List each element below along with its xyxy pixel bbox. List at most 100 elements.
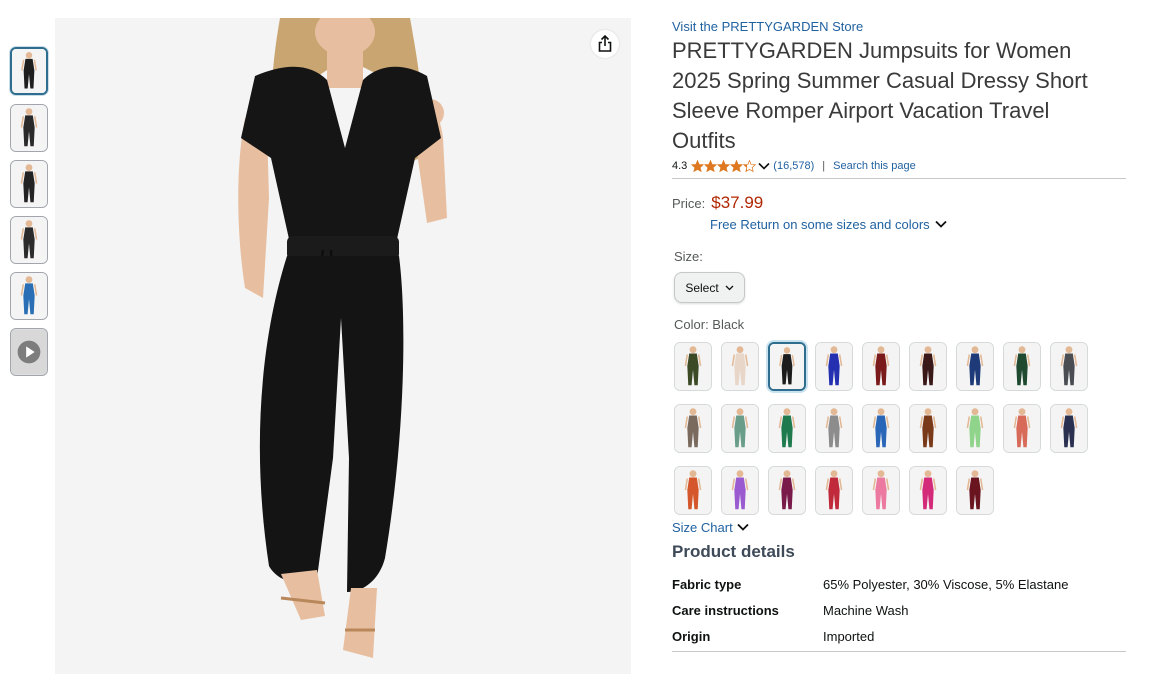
size-chart-text: Size Chart	[672, 519, 733, 535]
chevron-down-icon	[935, 220, 947, 228]
thumbnail-lifestyle-black[interactable]	[10, 160, 48, 208]
thumbnail-image	[11, 161, 47, 207]
product-details-table: Fabric type 65% Polyester, 30% Viscose, …	[672, 577, 1127, 655]
store-link[interactable]: Visit the PRETTYGARDEN Store	[672, 18, 1127, 35]
thumbnail-image	[11, 273, 47, 319]
thumbnail-image	[11, 105, 47, 151]
details-key: Care instructions	[672, 603, 779, 618]
free-return-text: Free Return on some sizes and colors	[710, 216, 930, 232]
details-row: Care instructions Machine Wash	[672, 603, 1127, 629]
star-icon	[730, 160, 744, 172]
swatch-image	[769, 467, 805, 514]
swatch-image	[1051, 343, 1087, 390]
swatch-image	[675, 405, 711, 452]
color-swatch[interactable]	[1003, 342, 1041, 391]
swatch-image	[910, 343, 946, 390]
details-value: 65% Polyester, 30% Viscose, 5% Elastane	[823, 577, 1069, 592]
thumbnail-image	[12, 49, 46, 93]
swatch-image	[863, 467, 899, 514]
color-swatch[interactable]	[1050, 404, 1088, 453]
color-swatch[interactable]	[674, 466, 712, 515]
color-swatch[interactable]	[1003, 404, 1041, 453]
color-swatch[interactable]	[1050, 342, 1088, 391]
color-swatch[interactable]	[768, 342, 806, 391]
star-icon	[691, 160, 705, 172]
swatch-image	[722, 467, 758, 514]
thumbnail-front-black[interactable]	[10, 47, 48, 95]
price-row: Price: $37.99	[672, 193, 1127, 215]
thumbnail-travel-black[interactable]	[10, 216, 48, 264]
color-swatch[interactable]	[815, 404, 853, 453]
color-swatch[interactable]	[956, 342, 994, 391]
color-swatch[interactable]	[909, 404, 947, 453]
swatch-image	[910, 467, 946, 514]
color-swatches	[672, 342, 1127, 518]
thumbnail-luggage-blue[interactable]	[10, 272, 48, 320]
main-product-image[interactable]	[55, 18, 631, 674]
color-swatch[interactable]	[768, 466, 806, 515]
chevron-down-icon	[737, 523, 749, 531]
star-rating[interactable]	[691, 160, 757, 172]
color-swatch[interactable]	[815, 342, 853, 391]
swatch-image	[770, 344, 804, 389]
swatch-image	[957, 405, 993, 452]
separator: |	[822, 160, 826, 172]
star-icon	[743, 160, 757, 172]
chevron-down-icon	[725, 285, 734, 290]
product-info: Visit the PRETTYGARDEN Store PRETTYGARDE…	[672, 18, 1127, 652]
product-title: PRETTYGARDEN Jumpsuits for Women 2025 Sp…	[672, 38, 1088, 153]
size-dropdown[interactable]: Select	[674, 272, 745, 303]
color-swatch[interactable]	[721, 466, 759, 515]
size-chart-link[interactable]: Size Chart	[672, 518, 1127, 536]
color-swatch[interactable]	[674, 342, 712, 391]
swatch-image	[675, 343, 711, 390]
color-swatch[interactable]	[862, 466, 900, 515]
share-button[interactable]	[591, 30, 619, 58]
product-photo	[55, 18, 631, 674]
star-icon	[704, 160, 718, 172]
thumbnail-video[interactable]	[10, 328, 48, 376]
divider	[672, 178, 1126, 179]
play-icon	[11, 329, 47, 375]
details-key: Fabric type	[672, 577, 742, 592]
color-swatch[interactable]	[768, 404, 806, 453]
color-swatch[interactable]	[674, 404, 712, 453]
price: $37.99	[711, 193, 764, 212]
product-details-heading: Product details	[672, 542, 795, 561]
details-value: Machine Wash	[823, 603, 909, 618]
color-swatch[interactable]	[909, 342, 947, 391]
color-label: Color: Black	[674, 317, 745, 332]
color-swatch[interactable]	[815, 466, 853, 515]
details-value: Imported	[823, 629, 875, 644]
color-swatch[interactable]	[909, 466, 947, 515]
swatch-image	[816, 467, 852, 514]
rating-count-link[interactable]: (16,578)	[773, 160, 814, 172]
swatch-image	[863, 343, 899, 390]
free-return-link[interactable]: Free Return on some sizes and colors	[710, 215, 1127, 233]
thumbnail-street-black[interactable]	[10, 104, 48, 152]
size-dropdown-value: Select	[685, 280, 719, 295]
share-icon	[598, 35, 612, 52]
rating-row: 4.3 (16,578) | Search this page	[672, 158, 1127, 174]
swatch-image	[722, 405, 758, 452]
color-swatch[interactable]	[956, 466, 994, 515]
color-swatch[interactable]	[956, 404, 994, 453]
chevron-down-icon[interactable]	[758, 162, 770, 170]
swatch-image	[816, 405, 852, 452]
search-page-link[interactable]: Search this page	[833, 160, 916, 172]
color-swatch[interactable]	[862, 404, 900, 453]
color-swatch[interactable]	[721, 342, 759, 391]
swatch-image	[816, 343, 852, 390]
rating-value: 4.3	[672, 160, 688, 172]
star-icon	[717, 160, 731, 172]
thumbnail-image	[11, 217, 47, 263]
swatch-image	[1051, 405, 1087, 452]
price-label: Price:	[672, 196, 706, 211]
color-swatch[interactable]	[721, 404, 759, 453]
swatch-image	[1004, 405, 1040, 452]
details-key: Origin	[672, 629, 711, 644]
details-row: Fabric type 65% Polyester, 30% Viscose, …	[672, 577, 1127, 603]
color-swatch[interactable]	[862, 342, 900, 391]
swatch-image	[910, 405, 946, 452]
swatch-image	[722, 343, 758, 390]
